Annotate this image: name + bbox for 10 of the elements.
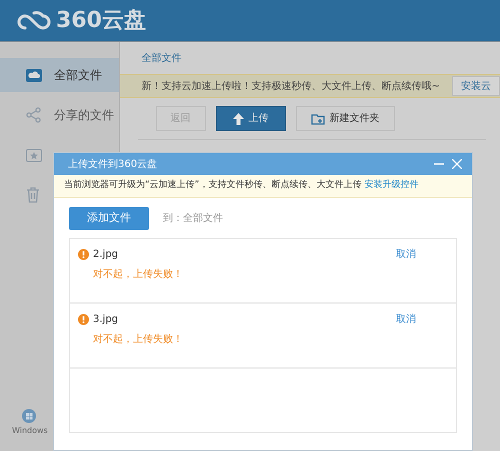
upload-error-text: 对不起，上传失败！: [92, 268, 184, 282]
notice-text: 新！支持云加速上传啦！支持极速秒传、大文件上传、断点续传哦~: [142, 80, 440, 94]
upload-error-text: 对不起，上传失败！: [92, 332, 184, 347]
destination-text: 到：全部文件: [163, 212, 223, 226]
dialog-title: 上传文件到360云盘: [68, 158, 158, 172]
logo-text: 360云盘: [56, 10, 146, 32]
dialog-notice-text: 当前浏览器可升级为“云加速上传”，支持文件秒传、断点续传、大文件上传: [64, 179, 362, 192]
file-name: 3.jpg: [93, 313, 118, 327]
windows-label: Windows: [12, 425, 48, 437]
file-name: 2.jpg: [93, 248, 118, 262]
